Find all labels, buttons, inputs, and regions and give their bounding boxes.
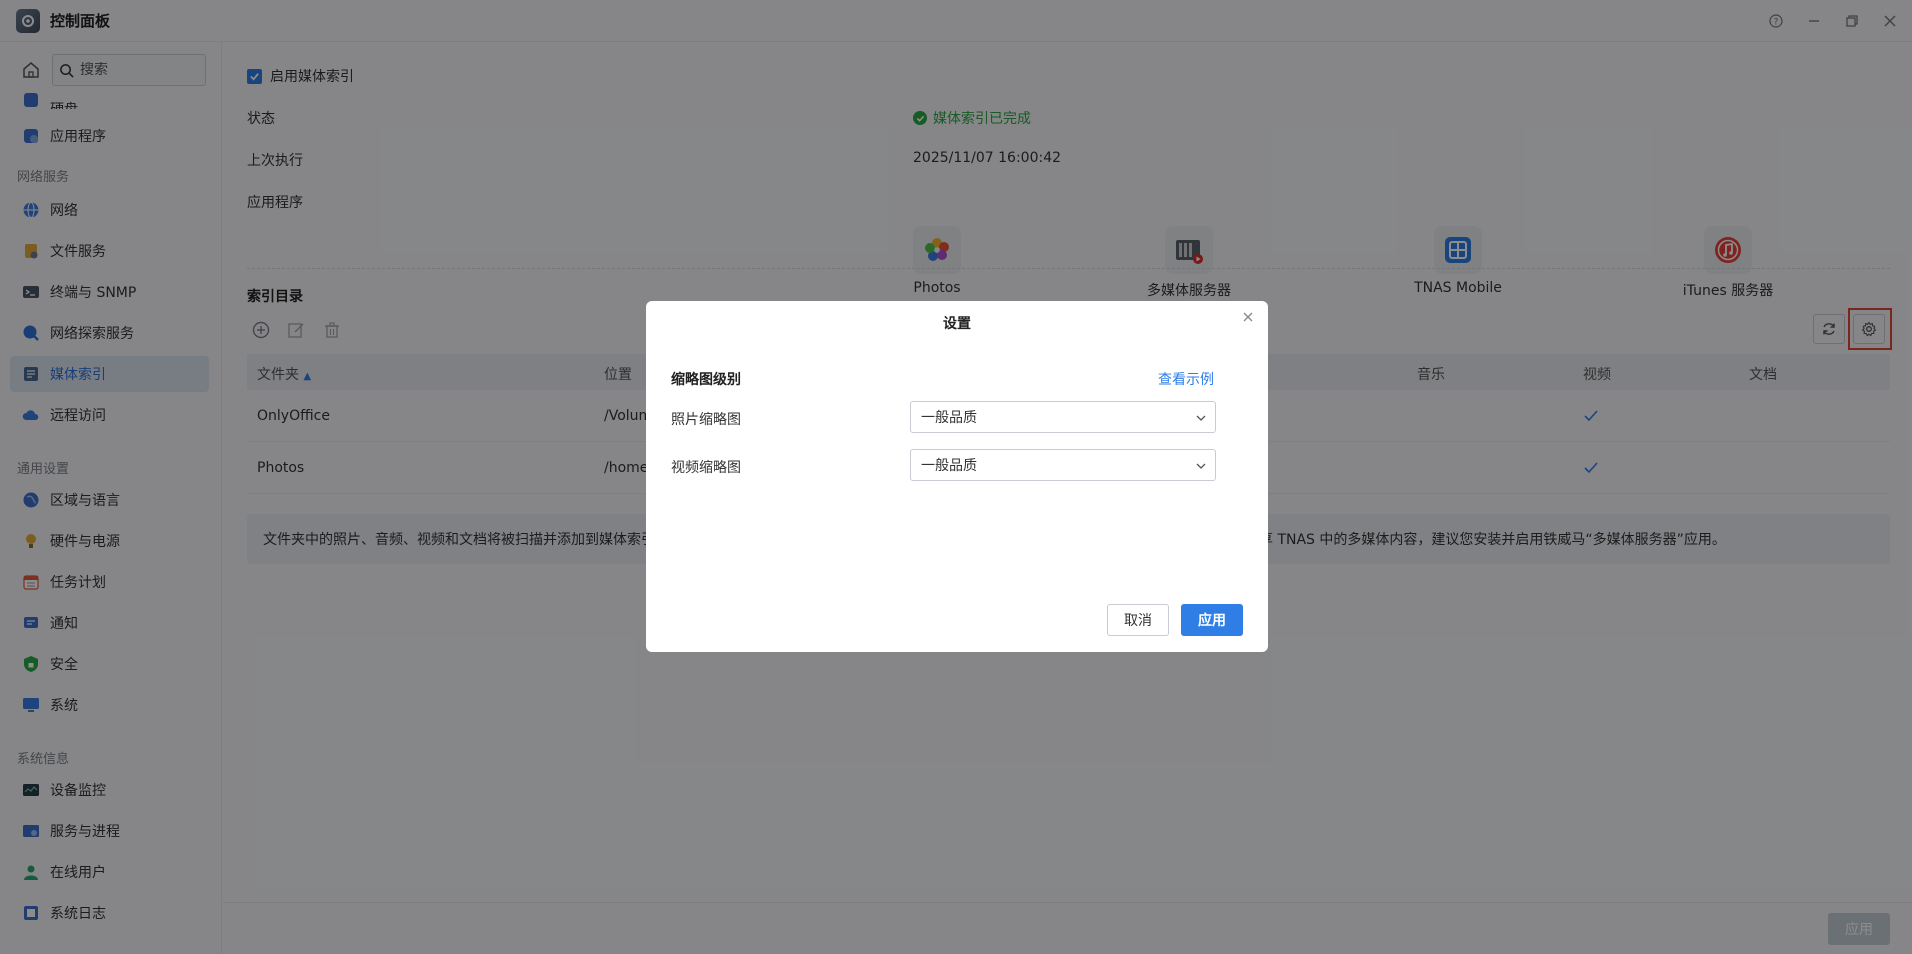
chevron-down-icon xyxy=(1196,463,1206,469)
thumbnail-level-heading: 缩略图级别 xyxy=(671,372,741,388)
photo-thumbnail-select[interactable]: 一般品质 xyxy=(910,401,1216,433)
view-example-link[interactable]: 查看示例 xyxy=(1158,369,1214,389)
cancel-button[interactable]: 取消 xyxy=(1107,604,1169,636)
video-thumbnail-label: 视频缩略图 xyxy=(671,460,741,476)
chevron-down-icon xyxy=(1196,415,1206,421)
photo-thumbnail-label: 照片缩略图 xyxy=(671,412,741,428)
settings-dialog: 设置 缩略图级别 查看示例 照片缩略图 一般品质 视频缩略图 一般品质 取消 应… xyxy=(646,301,1268,652)
apply-button[interactable]: 应用 xyxy=(1181,604,1243,636)
dialog-close-icon[interactable] xyxy=(1240,309,1256,325)
video-thumbnail-select[interactable]: 一般品质 xyxy=(910,449,1216,481)
dialog-title: 设置 xyxy=(943,316,971,332)
